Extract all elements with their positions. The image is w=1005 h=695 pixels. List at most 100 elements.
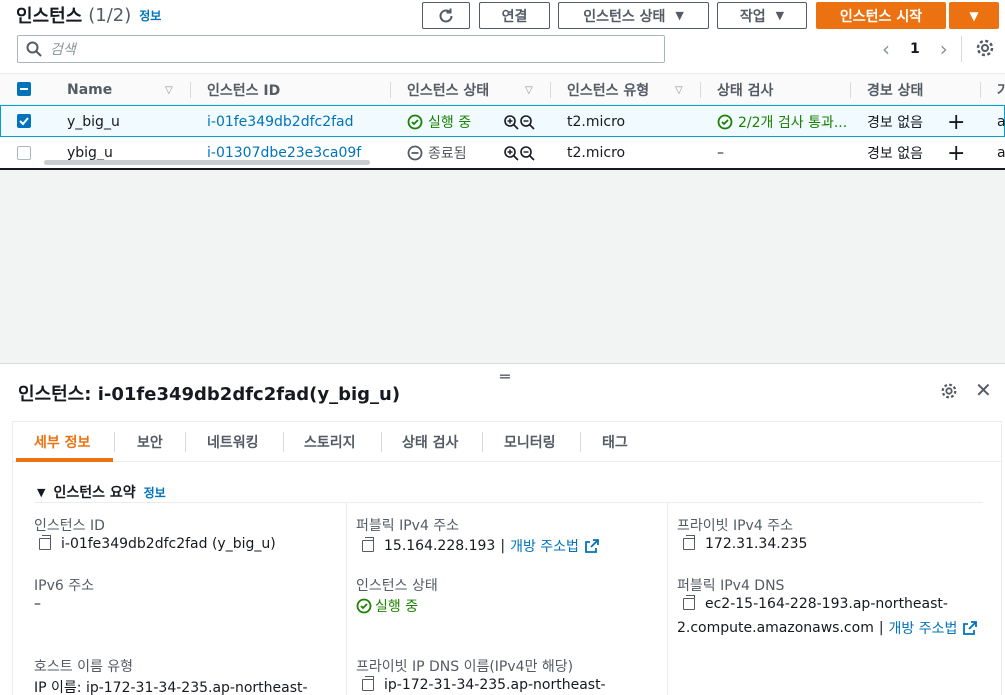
add-alarm-plus-icon[interactable]: + xyxy=(947,106,965,138)
resize-handle-icon[interactable]: ═ xyxy=(500,367,510,386)
details-tabs-container: 세부 정보 보안 네트워킹 스토리지 상태 검사 모니터링 태그 ▼ 인스턴스 … xyxy=(12,421,1002,695)
private-dns-value: ip-172-31-34-235.ap-northeast- xyxy=(362,676,606,693)
close-icon[interactable]: ✕ xyxy=(975,378,992,402)
open-address-link[interactable]: 개방 주소법 xyxy=(889,618,958,638)
external-link-icon[interactable] xyxy=(963,621,978,635)
public-dns-value-line2: 2.compute.amazonaws.com | 개방 주소법 xyxy=(677,618,978,638)
tab-storage[interactable]: 스토리지 xyxy=(304,422,356,462)
actions-button[interactable]: 작업 ▼ xyxy=(717,2,807,29)
instance-state-label: 인스턴스 상태 xyxy=(583,8,666,25)
host-type-label: 호스트 이름 유형 xyxy=(34,659,134,675)
col-name[interactable]: Name ▽ xyxy=(67,74,173,106)
check-circle-icon xyxy=(407,114,423,130)
tab-monitoring[interactable]: 모니터링 xyxy=(504,422,556,462)
instance-type: t2.micro xyxy=(567,114,626,130)
page-number[interactable]: 1 xyxy=(910,41,920,57)
check-circle-icon xyxy=(356,598,372,614)
active-tab-indicator xyxy=(16,458,113,462)
instance-state-label: 인스턴스 상태 xyxy=(356,578,438,594)
instance-summary-header[interactable]: ▼ 인스턴스 요약 정보 xyxy=(37,482,166,502)
instance-id-label: 인스턴스 ID xyxy=(34,518,105,534)
caret-down-icon: ▼ xyxy=(969,8,979,23)
status-check: – xyxy=(717,145,724,161)
public-dns-label: 퍼블릭 IPv4 DNS xyxy=(677,578,785,594)
instances-header: 인스턴스 (1/2) 정보 xyxy=(16,0,161,30)
instance-state-button[interactable]: 인스턴스 상태 ▼ xyxy=(558,2,709,29)
info-link[interactable]: 정보 xyxy=(139,7,161,24)
instance-id-link[interactable]: i-01fe349db2dfc2fad xyxy=(207,106,354,138)
col-status-check[interactable]: 상태 검사 xyxy=(717,74,773,106)
copy-icon[interactable] xyxy=(362,676,374,691)
external-link-icon[interactable] xyxy=(585,539,599,553)
tab-security[interactable]: 보안 xyxy=(137,422,163,462)
instance-name: y_big_u xyxy=(67,114,120,130)
copy-icon[interactable] xyxy=(683,595,695,610)
ec2-console: 인스턴스 (1/2) 정보 연결 인스턴스 상태 ▼ 작업 ▼ 인스턴스 시작 … xyxy=(0,0,1005,695)
column-divider xyxy=(667,502,668,695)
row-checkbox[interactable] xyxy=(17,114,31,128)
col-instance-type[interactable]: 인스턴스 유형 ▽ xyxy=(567,74,683,106)
sort-caret-icon: ▽ xyxy=(525,84,533,96)
tab-divider xyxy=(482,432,483,452)
add-alarm-plus-icon[interactable]: + xyxy=(947,137,965,169)
col-divider xyxy=(190,82,191,98)
tab-details[interactable]: 세부 정보 xyxy=(34,422,90,462)
col-instance-state[interactable]: 인스턴스 상태 ▽ xyxy=(407,74,533,106)
launch-dropdown-button[interactable]: ▼ xyxy=(949,2,999,29)
details-tabs: 세부 정보 보안 네트워킹 스토리지 상태 검사 모니터링 태그 xyxy=(13,422,1001,462)
col-extra[interactable]: 가 xyxy=(997,74,1005,106)
preferences-gear-icon[interactable] xyxy=(975,38,995,62)
details-title-value: i-01fe349db2dfc2fad(y_big_u) xyxy=(97,384,401,405)
zoom-in-icon[interactable] xyxy=(504,145,519,161)
copy-icon[interactable] xyxy=(39,535,51,550)
copy-icon[interactable] xyxy=(683,535,695,550)
instance-state: 실행 중 xyxy=(407,106,471,138)
chevron-left-icon[interactable]: ‹ xyxy=(882,37,890,61)
row-checkbox[interactable] xyxy=(17,146,31,160)
zoom-out-icon[interactable] xyxy=(520,145,535,161)
open-address-link[interactable]: 개방 주소법 xyxy=(510,536,579,556)
tab-tags[interactable]: 태그 xyxy=(602,422,628,462)
zoom-out-icon[interactable] xyxy=(520,114,535,130)
refresh-button[interactable] xyxy=(422,2,470,29)
table-row[interactable]: y_big_u i-01fe349db2dfc2fad 실행 중 t2.micr… xyxy=(0,105,1005,137)
col-divider xyxy=(700,82,701,98)
divider xyxy=(961,36,962,62)
col-instance-id[interactable]: 인스턴스 ID xyxy=(207,74,280,106)
col-alarm-status[interactable]: 경보 상태 xyxy=(867,74,923,106)
page-title: 인스턴스 xyxy=(16,6,83,27)
public-ipv4-value: 15.164.228.193 | 개방 주소법 xyxy=(362,536,599,556)
ipv6-label: IPv6 주소 xyxy=(34,578,94,594)
actions-label: 작업 xyxy=(739,8,766,25)
zoom-in-icon[interactable] xyxy=(504,114,519,130)
instances-panel: 인스턴스 (1/2) 정보 연결 인스턴스 상태 ▼ 작업 ▼ 인스턴스 시작 … xyxy=(0,0,1005,170)
copy-icon[interactable] xyxy=(362,537,374,552)
private-ipv4-label: 프라이빗 IPv4 주소 xyxy=(677,518,793,534)
gear-icon[interactable] xyxy=(940,382,958,404)
alarm-status: 경보 없음 xyxy=(867,146,923,162)
selection-count: (1/2) xyxy=(88,4,132,26)
check-icon xyxy=(19,117,29,126)
pagination: ‹ 1 › xyxy=(882,36,948,62)
table-bottom-border xyxy=(0,168,1005,170)
tab-networking[interactable]: 네트워킹 xyxy=(207,422,259,462)
ipv6-value: – xyxy=(34,596,41,612)
instance-state-value: 실행 중 xyxy=(356,596,418,616)
status-check: 2/2개 검사 통과... xyxy=(717,106,847,138)
extra-cell: a xyxy=(997,114,1005,130)
tab-divider xyxy=(114,432,115,452)
private-ipv4-value: 172.31.34.235 xyxy=(683,535,807,552)
horizontal-scrollbar[interactable] xyxy=(44,160,370,165)
tab-status-checks[interactable]: 상태 검사 xyxy=(402,422,458,462)
search-placeholder: 검색 xyxy=(50,42,76,58)
caret-down-icon: ▼ xyxy=(37,485,46,499)
search-input[interactable]: 검색 xyxy=(17,35,665,63)
launch-instances-button[interactable]: 인스턴스 시작 xyxy=(816,2,946,29)
connect-button[interactable]: 연결 xyxy=(479,2,550,29)
chevron-right-icon[interactable]: › xyxy=(940,37,948,61)
column-divider xyxy=(346,502,347,695)
select-all-checkbox[interactable] xyxy=(17,82,31,96)
summary-info-link[interactable]: 정보 xyxy=(144,484,166,501)
divider xyxy=(35,502,983,503)
tab-divider xyxy=(381,432,382,452)
